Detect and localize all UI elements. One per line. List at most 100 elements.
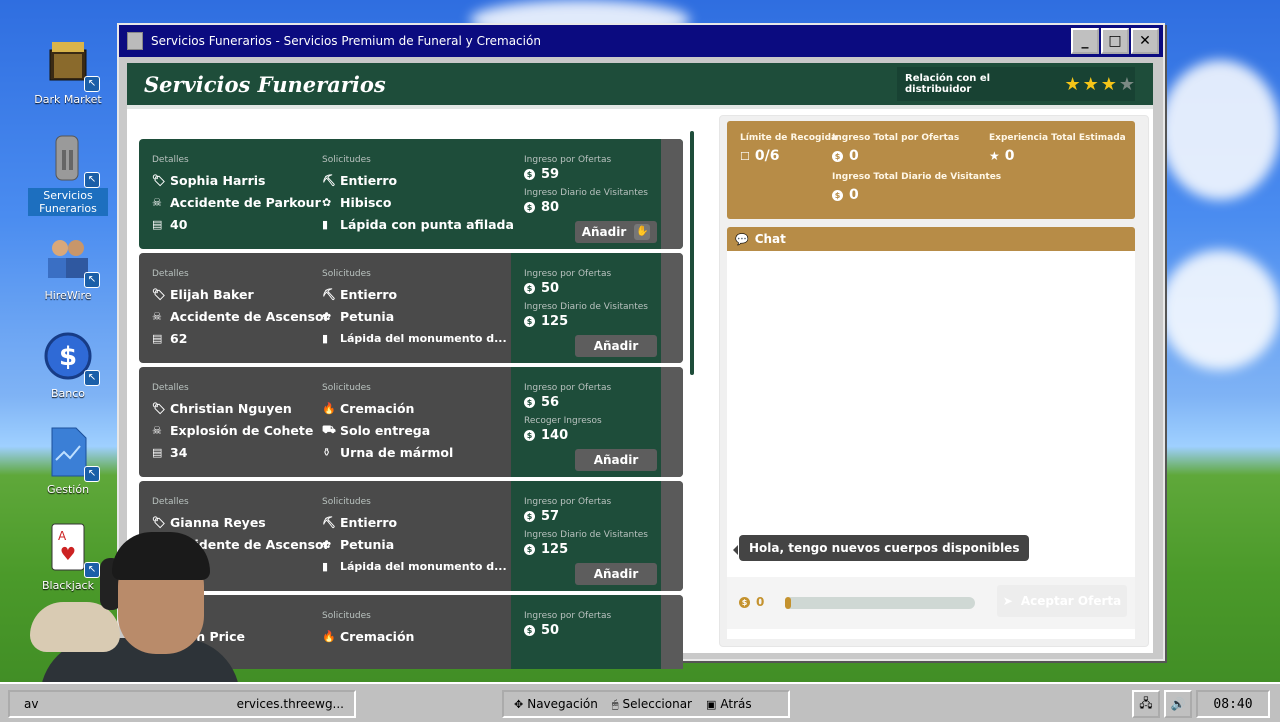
cause-of-death: Accidente de Ascensor [170, 308, 330, 324]
flame-icon: 🔥 [322, 401, 336, 415]
controller-hints: ✥ Navegación 🖱 Seleccionar ▣ Atrás [502, 690, 790, 718]
offer-income-value: 50 [541, 623, 560, 638]
star-icon: ★ [989, 149, 1000, 163]
add-button-label: Añadir [593, 453, 639, 467]
daily-income-value: 125 [541, 314, 569, 329]
taskbar: av ervices.threewg... ✥ Navegación 🖱 Selec… [0, 682, 1280, 722]
add-button-label: Añadir [593, 339, 639, 353]
desktop-icon-label: Gestión [46, 483, 90, 496]
app-content: Servicios Funerarios Relación con el dis… [127, 63, 1153, 669]
request-card[interactable]: Detalles 🏷 Elijah Baker ☠ Accidente de Asc… [139, 253, 683, 363]
app-window: Servicios Funerarios - Servicios Premium… [117, 23, 1165, 669]
details-label: Detalles [152, 383, 189, 393]
flower-type: Hibisco [340, 194, 392, 210]
collect-income-value: 140 [541, 428, 569, 443]
speaker-icon[interactable]: 🔊 [1164, 690, 1192, 718]
add-button[interactable]: Añadir [575, 449, 657, 471]
desktop-icon-label: Servicios Funerarios [28, 188, 108, 216]
add-button[interactable]: Añadir [575, 563, 657, 585]
offer-income-value: 57 [541, 509, 560, 524]
coin-icon: $ [832, 150, 843, 162]
desktop-icon-label: Banco [50, 387, 86, 400]
app-title: Servicios Funerarios [144, 71, 386, 97]
daily-income-value: 80 [541, 200, 560, 215]
navigation-hint: Navegación [527, 697, 598, 711]
cause-of-death: Accidente de Parkour [170, 194, 321, 210]
tombstone-icon: ▮ [322, 217, 329, 231]
list-scrollbar[interactable] [690, 131, 694, 375]
dollar-icon: $ ↖ [42, 330, 100, 386]
network-icon[interactable]: 🖧 [1132, 690, 1160, 718]
star-icon: ★ [1064, 73, 1081, 95]
relation-label: Relación con el distribuidor [905, 73, 991, 95]
offer-income-value: 59 [541, 167, 560, 182]
coin-icon: $ [524, 430, 535, 441]
shovel-icon: ⛏ [322, 287, 336, 301]
desktop-icon-hirewire[interactable]: ↖ HireWire [28, 232, 108, 303]
offer-income-label: Ingreso por Ofertas [524, 269, 612, 279]
skull-icon: ☠ [152, 423, 162, 437]
coin-icon: $ [739, 596, 750, 608]
minimize-button[interactable]: _ [1071, 28, 1099, 54]
offer-income-value: 50 [541, 281, 560, 296]
age: 34 [170, 444, 188, 460]
request-card[interactable]: Detalles 🏷 Christian Nguyen ☠ Explosión de… [139, 367, 683, 477]
close-button[interactable]: ✕ [1131, 28, 1159, 54]
app-header: Servicios Funerarios Relación con el dis… [127, 63, 1153, 105]
deceased-name: Elijah Baker [170, 286, 254, 302]
service-type: Cremación [340, 400, 415, 416]
taskbar-url: ervices.threewg... [236, 697, 344, 711]
requests-label: Solicitudes [322, 383, 371, 393]
flower-icon: ✿ [322, 195, 332, 209]
urn-icon: ⚱ [322, 445, 332, 459]
slider-handle[interactable] [785, 597, 791, 609]
flower-type: Petunia [340, 308, 395, 324]
desktop-icon-gestion[interactable]: ↖ Gestión [28, 426, 108, 497]
desktop-icon-label: HireWire [44, 289, 92, 302]
service-type: Entierro [340, 172, 398, 188]
service-type: Cremación [340, 628, 415, 644]
chart-document-icon: ↖ [42, 426, 100, 482]
coin-icon: $ [524, 625, 535, 636]
memorial-item: Urna de mármol [340, 444, 454, 460]
desktop-icon-banco[interactable]: $ ↖ Banco [28, 330, 108, 401]
add-button[interactable]: Añadir ✋ [575, 221, 657, 243]
cause-of-death: Explosión de Cohete [170, 422, 314, 438]
flower-icon: ✿ [322, 537, 332, 551]
offer-income-label: Ingreso por Ofertas [524, 383, 612, 393]
desktop-icon-label: Dark Market [34, 93, 102, 106]
daily-income-label: Ingreso Diario de Visitantes [524, 188, 648, 198]
tombstone-icon: ▮ [322, 559, 329, 573]
daily-income-label: Ingreso Diario de Visitantes [524, 530, 648, 540]
requests-label: Solicitudes [322, 155, 371, 165]
pickup-limit-label: Límite de Recogida [740, 133, 838, 143]
requests-label: Solicitudes [322, 611, 371, 621]
maximize-button[interactable]: □ [1101, 28, 1129, 54]
request-card[interactable]: Detalles 🏷 Sophia Harris ☠ Accidente de Pa… [139, 139, 683, 249]
accept-offer-button[interactable]: ➤ Aceptar Oferta [997, 585, 1127, 617]
memorial-item: Lápida con punta afilada [340, 216, 514, 232]
flower-type: Petunia [340, 536, 395, 552]
details-label: Detalles [152, 269, 189, 279]
tag-icon: 🏷 [152, 401, 166, 415]
taskbar-app-button[interactable]: av ervices.threewg... [8, 690, 356, 718]
offer-income-label: Ingreso por Ofertas [524, 155, 612, 165]
total-visitor-income-value: 0 [849, 187, 859, 203]
chat-bubble-icon: 💬 [735, 232, 749, 246]
desktop-icon-dark-market[interactable]: ↖ Dark Market [28, 36, 108, 107]
stats-panel: Límite de Recogida ☐ 0/6 Ingreso Total po… [727, 121, 1135, 219]
offer-slider[interactable] [785, 597, 975, 609]
desktop-icon-servicios-funerarios[interactable]: ↖ Servicios Funerarios [28, 132, 108, 216]
total-xp-label: Experiencia Total Estimada [989, 133, 1126, 143]
add-button[interactable]: Añadir [575, 335, 657, 357]
escape-key-icon: ▣ [705, 698, 717, 711]
total-visitor-income-label: Ingreso Total Diario de Visitantes [832, 172, 1002, 182]
skull-icon: ☠ [152, 195, 162, 209]
service-type: Entierro [340, 514, 398, 530]
offer-controls: $0 ➤ Aceptar Oferta [727, 577, 1135, 629]
star-icon: ★ [1082, 73, 1099, 95]
calendar-icon: ▤ [152, 217, 163, 231]
collect-income-label: Recoger Ingresos [524, 416, 602, 426]
svg-text:$: $ [59, 342, 77, 372]
window-titlebar[interactable]: Servicios Funerarios - Servicios Premium… [119, 25, 1163, 57]
